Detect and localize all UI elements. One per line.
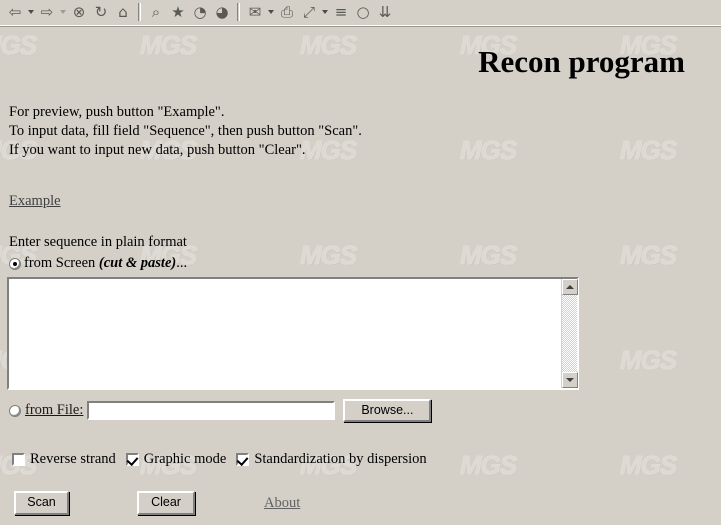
- svg-text:⇦: ⇦: [9, 3, 22, 21]
- back-icon[interactable]: ⇦: [4, 2, 26, 23]
- svg-text:◔: ◔: [193, 3, 206, 21]
- from-screen-option-row: from Screen (cut & paste)...: [9, 255, 187, 272]
- textarea-scrollbar[interactable]: [561, 279, 578, 388]
- checkbox-standardization[interactable]: [236, 453, 250, 466]
- mail-icon[interactable]: ✉: [244, 2, 266, 23]
- file-path-input[interactable]: [87, 401, 336, 420]
- scan-button[interactable]: Scan: [14, 491, 69, 515]
- back-dropdown-caret[interactable]: [26, 2, 36, 22]
- history-icon[interactable]: ◔: [189, 2, 211, 23]
- option-reverse-strand: Reverse strand: [12, 451, 126, 468]
- download-icon[interactable]: ⇊: [374, 2, 396, 23]
- options-row: Reverse strand Graphic mode Standardizat…: [12, 451, 437, 468]
- page-content: Recon program For preview, push button "…: [0, 27, 721, 525]
- enter-sequence-label: Enter sequence in plain format: [9, 234, 187, 250]
- option-label: Reverse strand: [30, 451, 116, 467]
- instruction-line: To input data, fill field "Sequence", th…: [9, 123, 362, 139]
- from-screen-label-text: from Screen: [24, 255, 99, 271]
- instructions-block: For preview, push button "Example". To i…: [9, 103, 362, 160]
- print-icon[interactable]: ⎙: [276, 2, 298, 23]
- option-graphic-mode: Graphic mode: [125, 451, 237, 468]
- forward-dropdown-caret[interactable]: [58, 2, 68, 22]
- example-link[interactable]: Example: [9, 193, 61, 210]
- svg-text:★: ★: [171, 3, 184, 21]
- favorites-folder-icon[interactable]: ★: [167, 2, 189, 23]
- home-icon[interactable]: ⌂: [112, 2, 134, 23]
- sequence-textarea-container[interactable]: [7, 277, 579, 390]
- svg-text:≡: ≡: [335, 3, 348, 21]
- sequence-textarea[interactable]: [9, 279, 561, 388]
- instruction-line: For preview, push button "Example".: [9, 104, 225, 120]
- svg-text:⤢: ⤢: [303, 3, 316, 21]
- svg-text:⇊: ⇊: [379, 3, 392, 21]
- clear-button[interactable]: Clear: [137, 491, 195, 515]
- scrollbar-track[interactable]: [562, 295, 577, 372]
- svg-text:↻: ↻: [95, 3, 108, 21]
- toolbar-divider: [138, 3, 141, 21]
- fullscreen-icon[interactable]: ⤢: [298, 2, 320, 23]
- messenger-icon[interactable]: ○: [352, 2, 374, 23]
- from-screen-label-italic: (cut & paste): [98, 255, 177, 271]
- forward-icon[interactable]: ⇨: [36, 2, 58, 23]
- svg-text:⌂: ⌂: [118, 3, 128, 21]
- svg-text:⇨: ⇨: [41, 3, 54, 21]
- about-link[interactable]: About: [264, 495, 300, 512]
- svg-text:⎙: ⎙: [281, 3, 293, 21]
- from-screen-label-tail: ...: [176, 255, 188, 271]
- option-label: Standardization by dispersion: [254, 451, 427, 467]
- from-file-option-row: from File: Browse...: [9, 399, 432, 422]
- mail-dropdown-caret[interactable]: [266, 2, 276, 22]
- instruction-line: If you want to input new data, push butt…: [9, 142, 306, 158]
- option-label: Graphic mode: [143, 451, 227, 467]
- scroll-up-icon[interactable]: [562, 279, 578, 295]
- checkbox-graphic-mode[interactable]: [125, 453, 139, 466]
- page-title: Recon program: [478, 44, 685, 79]
- from-file-label[interactable]: from File:: [25, 402, 83, 419]
- browse-button[interactable]: Browse...: [343, 399, 432, 422]
- radio-from-screen[interactable]: [9, 257, 21, 270]
- stop-icon[interactable]: ⊗: [68, 2, 90, 23]
- fullscreen-dropdown-caret[interactable]: [320, 2, 330, 22]
- svg-text:◕: ◕: [215, 3, 228, 21]
- channels-icon[interactable]: ◕: [211, 2, 233, 23]
- edit-icon[interactable]: ≡: [330, 2, 352, 23]
- browser-toolbar: ⇦ ⇨ ⊗ ↻ ⌂ ⌕ ★ ◔ ◕ ✉ ⎙ ⤢ ≡ ○ ⇊: [0, 0, 721, 24]
- refresh-icon[interactable]: ↻: [90, 2, 112, 23]
- svg-text:○: ○: [356, 3, 369, 21]
- toolbar-divider: [237, 3, 240, 21]
- svg-text:⊗: ⊗: [73, 3, 86, 21]
- from-screen-label: from Screen (cut & paste)...: [24, 255, 187, 272]
- scroll-down-icon[interactable]: [562, 372, 578, 388]
- action-buttons-row: Scan Clear About: [14, 491, 300, 515]
- radio-from-file[interactable]: [9, 404, 21, 417]
- checkbox-reverse-strand[interactable]: [12, 453, 25, 466]
- search-icon[interactable]: ⌕: [145, 2, 167, 23]
- svg-text:⌕: ⌕: [152, 3, 160, 21]
- svg-text:✉: ✉: [249, 3, 262, 21]
- option-standardization-by-dispersion: Standardization by dispersion: [236, 451, 436, 468]
